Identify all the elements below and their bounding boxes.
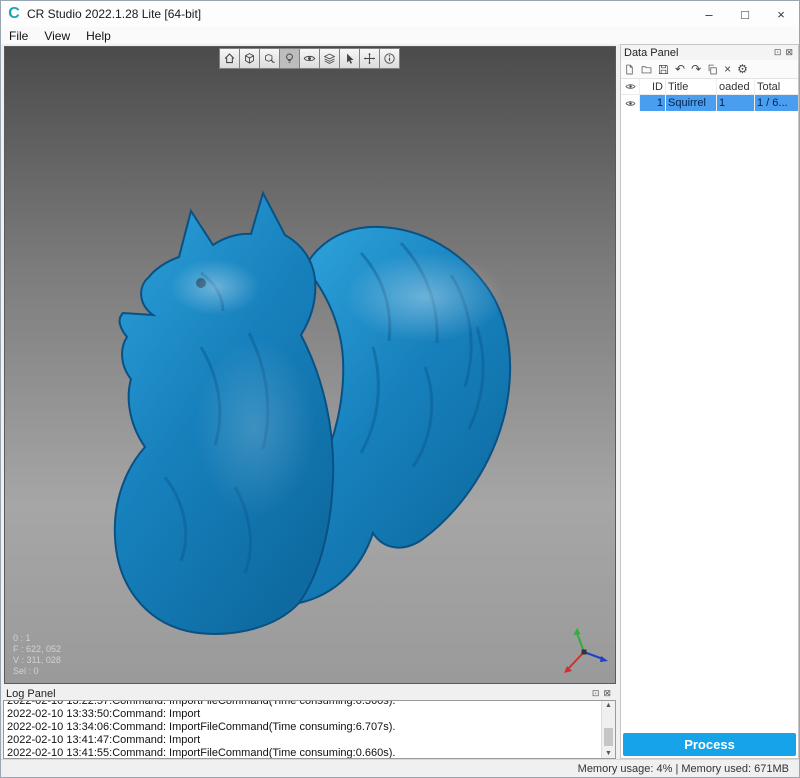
data-panel-toolbar: ↶ ↷ × ⚙ bbox=[621, 60, 798, 79]
stat-vertices: V : 311, 028 bbox=[13, 655, 61, 666]
open-file-button[interactable] bbox=[641, 64, 652, 75]
open-folder-icon bbox=[641, 64, 652, 75]
move-icon bbox=[363, 52, 376, 65]
copy-button[interactable] bbox=[707, 64, 718, 75]
light-toggle-button[interactable] bbox=[279, 48, 300, 69]
viewport-toolbar bbox=[220, 48, 400, 69]
scan-view-button[interactable] bbox=[239, 48, 260, 69]
mesh-edit-button[interactable] bbox=[259, 48, 280, 69]
delete-button[interactable]: × bbox=[724, 63, 731, 75]
eye-icon bbox=[303, 52, 316, 65]
settings-button[interactable]: ⚙ bbox=[737, 63, 748, 75]
stat-faces: F : 622, 052 bbox=[13, 644, 61, 655]
memory-status: Memory usage: 4% | Memory used: 671MB bbox=[578, 763, 789, 775]
layers-icon bbox=[323, 52, 336, 65]
log-line: 2022-02-10 13:41:47:Command: Import bbox=[7, 734, 612, 747]
menu-file[interactable]: File bbox=[1, 29, 36, 43]
row-loaded[interactable]: 1 bbox=[716, 95, 754, 111]
title-column-header: Title bbox=[665, 79, 716, 94]
scroll-down-icon[interactable]: ▼ bbox=[602, 750, 615, 757]
row-title[interactable]: Squirrel bbox=[665, 95, 716, 111]
menu-bar: File View Help bbox=[1, 27, 799, 44]
new-file-icon bbox=[624, 64, 635, 75]
menu-view[interactable]: View bbox=[36, 29, 78, 43]
stat-selection: Sel : 0 bbox=[13, 666, 61, 677]
info-button[interactable] bbox=[379, 48, 400, 69]
data-panel: Data Panel ⊡ ⊠ ↶ ↷ × ⚙ ID Title oaded To… bbox=[620, 44, 799, 759]
row-visibility-toggle[interactable] bbox=[621, 95, 639, 111]
viewport-3d[interactable]: 0 : 1 F : 622, 052 V : 311, 028 Sel : 0 bbox=[4, 46, 616, 684]
scroll-thumb[interactable] bbox=[604, 728, 613, 746]
row-id[interactable]: 1 bbox=[639, 95, 665, 111]
log-panel-float-icon[interactable]: ⊡ bbox=[592, 688, 602, 699]
cube-edit-icon bbox=[263, 52, 276, 65]
log-panel-title: Log Panel bbox=[6, 688, 56, 700]
status-bar: Memory usage: 4% | Memory used: 671MB bbox=[1, 759, 799, 777]
title-bar: C CR Studio 2022.1.28 Lite [64-bit] – □ … bbox=[1, 1, 799, 27]
table-header-row: ID Title oaded Total bbox=[621, 79, 798, 95]
visibility-button[interactable] bbox=[299, 48, 320, 69]
data-panel-title: Data Panel bbox=[624, 47, 678, 59]
eye-icon bbox=[625, 81, 636, 92]
cube-icon bbox=[243, 52, 256, 65]
process-button[interactable]: Process bbox=[623, 733, 796, 756]
close-button[interactable]: × bbox=[763, 1, 799, 27]
viewport-stats: 0 : 1 F : 622, 052 V : 311, 028 Sel : 0 bbox=[13, 633, 61, 677]
data-panel-float-icon[interactable]: ⊡ bbox=[774, 47, 784, 58]
log-panel-close-icon[interactable]: ⊠ bbox=[603, 688, 613, 699]
minimize-button[interactable]: – bbox=[691, 1, 727, 27]
stat-objects: 0 : 1 bbox=[13, 633, 61, 644]
home-view-button[interactable] bbox=[219, 48, 240, 69]
window-controls: – □ × bbox=[691, 1, 799, 27]
log-line: 2022-02-10 13:41:55:Command: ImportFileC… bbox=[7, 747, 612, 759]
undo-button[interactable]: ↶ bbox=[675, 63, 685, 75]
scroll-up-icon[interactable]: ▲ bbox=[602, 702, 615, 709]
data-panel-close-icon[interactable]: ⊠ bbox=[785, 47, 795, 58]
table-row[interactable]: 1 Squirrel 1 1 / 6... bbox=[621, 95, 798, 111]
save-icon bbox=[658, 64, 669, 75]
eye-icon bbox=[625, 98, 636, 109]
log-panel-titlebar: Log Panel ⊡ ⊠ bbox=[3, 687, 616, 700]
layers-button[interactable] bbox=[319, 48, 340, 69]
app-logo-icon: C bbox=[1, 5, 27, 23]
move-tool-button[interactable] bbox=[359, 48, 380, 69]
log-line: 2022-02-10 13:34:06:Command: ImportFileC… bbox=[7, 721, 612, 734]
save-button[interactable] bbox=[658, 64, 669, 75]
select-tool-button[interactable] bbox=[339, 48, 360, 69]
axis-gizmo[interactable] bbox=[557, 625, 613, 681]
total-column-header: Total bbox=[754, 79, 798, 94]
log-content: 2022-02-10 13:22:57:Command: ImportFileC… bbox=[3, 700, 616, 759]
home-icon bbox=[223, 52, 236, 65]
info-icon bbox=[383, 52, 396, 65]
window-title: CR Studio 2022.1.28 Lite [64-bit] bbox=[27, 7, 201, 21]
redo-button[interactable]: ↷ bbox=[691, 63, 701, 75]
cursor-icon bbox=[343, 52, 356, 65]
log-panel: Log Panel ⊡ ⊠ 2022-02-10 13:22:57:Comman… bbox=[3, 687, 616, 759]
new-file-button[interactable] bbox=[624, 64, 635, 75]
squirrel-model bbox=[5, 47, 616, 684]
loaded-column-header: oaded bbox=[716, 79, 754, 94]
log-line: 2022-02-10 13:33:50:Command: Import bbox=[7, 708, 612, 721]
lightbulb-icon bbox=[283, 52, 296, 65]
data-panel-titlebar: Data Panel ⊡ ⊠ bbox=[621, 45, 798, 60]
log-scrollbar[interactable]: ▲ ▼ bbox=[601, 701, 615, 758]
copy-icon bbox=[707, 64, 718, 75]
app-window: C CR Studio 2022.1.28 Lite [64-bit] – □ … bbox=[0, 0, 800, 778]
id-column-header: ID bbox=[639, 79, 665, 94]
row-total[interactable]: 1 / 6... bbox=[754, 95, 798, 111]
visibility-column-header bbox=[621, 79, 639, 94]
log-line: 2022-02-10 13:22:57:Command: ImportFileC… bbox=[7, 700, 612, 708]
menu-help[interactable]: Help bbox=[78, 29, 119, 43]
maximize-button[interactable]: □ bbox=[727, 1, 763, 27]
